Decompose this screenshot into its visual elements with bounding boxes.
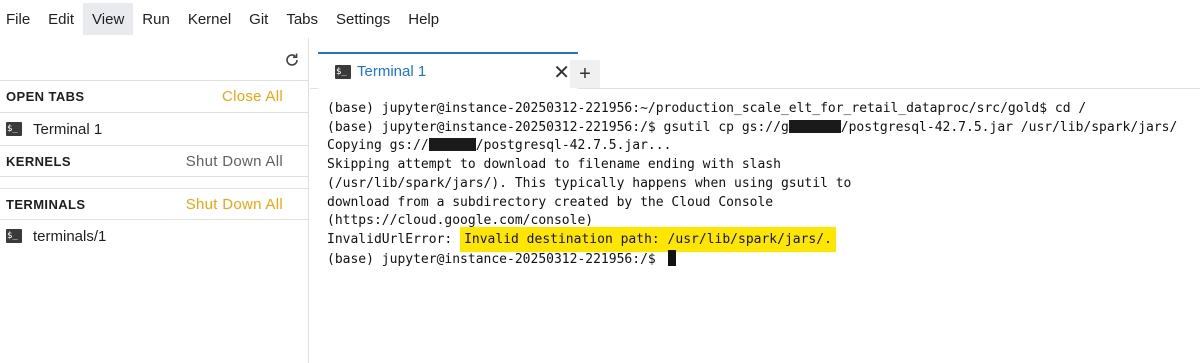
terminals-header: TERMINALS Shut Down All <box>0 188 308 220</box>
menu-edit[interactable]: Edit <box>39 3 83 35</box>
menu-settings[interactable]: Settings <box>327 3 399 35</box>
open-tabs-section: OPEN TABS Close All $_ Terminal 1 <box>0 81 308 145</box>
terminal-icon: $_ <box>6 122 22 136</box>
open-tab-item-terminal-1[interactable]: $_ Terminal 1 <box>0 113 308 145</box>
terminal-icon: $_ <box>335 64 351 79</box>
terminals-section: TERMINALS Shut Down All $_ terminals/1 <box>0 188 308 252</box>
refresh-icon[interactable] <box>284 52 300 68</box>
terminal-cursor <box>667 249 676 266</box>
terminal-line: InvalidUrlError: Invalid destination pat… <box>327 226 1200 252</box>
terminal-line: Skipping attempt to download to filename… <box>327 157 781 173</box>
terminal-text: /postgresql-42.7.5.jar... <box>475 138 672 154</box>
terminal-text: (base) jupyter@instance-20250312-221956:… <box>327 119 789 135</box>
open-tab-label: Terminal 1 <box>33 120 103 138</box>
terminal-session-label: terminals/1 <box>33 227 107 245</box>
terminal-prompt-line: (base) jupyter@instance-20250312-221956:… <box>327 249 1200 270</box>
terminal-text: /postgresql-42.7.5.jar /usr/lib/spark/ja… <box>840 119 1178 135</box>
menu-file[interactable]: File <box>0 3 39 35</box>
menu-kernel[interactable]: Kernel <box>179 3 240 35</box>
close-all-button[interactable]: Close All <box>222 88 283 105</box>
terminal-text: Copying gs:// <box>327 138 429 154</box>
terminal-output[interactable]: (base) jupyter@instance-20250312-221956:… <box>310 90 1200 363</box>
terminal-line: download from a subdirectory created by … <box>327 194 774 210</box>
menu-tabs[interactable]: Tabs <box>277 3 327 35</box>
open-tabs-title: OPEN TABS <box>6 89 85 104</box>
terminal-line: (base) jupyter@instance-20250312-221956:… <box>327 101 1087 116</box>
running-sessions-sidebar: OPEN TABS Close All $_ Terminal 1 KERNEL… <box>0 38 309 363</box>
kernels-title: KERNELS <box>6 153 71 169</box>
terminal-line: (base) jupyter@instance-20250312-221956:… <box>327 119 1200 138</box>
kernels-section: KERNELS Shut Down All <box>0 145 308 177</box>
menu-view[interactable]: View <box>83 3 134 35</box>
terminal-prompt: (base) jupyter@instance-20250312-221956:… <box>327 251 664 267</box>
terminal-line: Copying gs:// /postgresql-42.7.5.jar... <box>327 137 1200 156</box>
add-tab-button[interactable]: + <box>570 60 600 88</box>
menu-run[interactable]: Run <box>133 3 179 35</box>
main-tab-bar: $_ Terminal 1 ✕ + <box>310 38 1200 89</box>
menu-bar: File Edit View Run Kernel Git Tabs Setti… <box>0 0 1200 38</box>
plus-icon: + <box>579 62 591 85</box>
open-tabs-header: OPEN TABS Close All <box>0 81 308 113</box>
redaction-block <box>428 138 476 152</box>
terminals-title: TERMINALS <box>6 196 86 212</box>
redaction-block <box>788 119 841 133</box>
kernels-header: KERNELS Shut Down All <box>0 145 308 177</box>
menu-git[interactable]: Git <box>240 3 277 35</box>
terminals-shut-down-all-button[interactable]: Shut Down All <box>186 196 283 213</box>
terminal-icon: $_ <box>6 229 22 243</box>
terminal-session-item[interactable]: $_ terminals/1 <box>0 220 308 252</box>
tab-label: Terminal 1 <box>357 63 427 80</box>
terminal-text: InvalidUrlError: <box>327 231 461 247</box>
close-icon[interactable]: ✕ <box>553 60 570 85</box>
highlighted-error-text: Invalid destination path: /usr/lib/spark… <box>460 226 836 252</box>
tab-terminal-1[interactable]: $_ Terminal 1 ✕ <box>318 52 578 89</box>
menu-help[interactable]: Help <box>399 3 448 35</box>
kernels-shut-down-all-button[interactable]: Shut Down All <box>186 153 283 170</box>
sidebar-toolbar <box>0 38 308 81</box>
terminal-line: (/usr/lib/spark/jars/). This typically h… <box>327 175 852 191</box>
